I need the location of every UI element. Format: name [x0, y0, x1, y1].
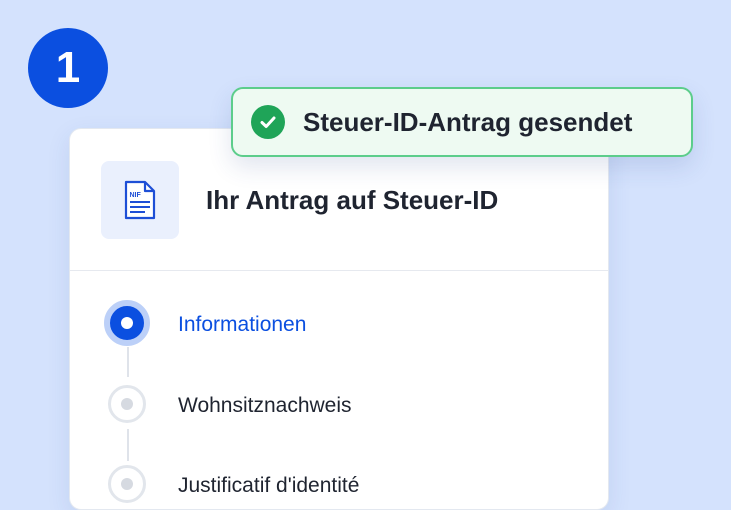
document-icon-label: NIF	[130, 192, 142, 199]
step-label: Justificatif d'identité	[178, 474, 360, 497]
document-icon: NIF	[124, 180, 156, 220]
step-marker-active	[104, 300, 150, 346]
document-tile: NIF	[101, 161, 179, 239]
tax-id-application-card: NIF Ihr Antrag auf Steuer-ID Information…	[69, 128, 609, 510]
step-marker-pending	[108, 465, 146, 503]
step-number: 1	[55, 43, 81, 92]
step-justificatif-identite[interactable]: Justificatif d'identité	[70, 463, 608, 509]
step-marker-dot	[121, 317, 133, 329]
step-wohnsitznachweis[interactable]: Wohnsitznachweis	[70, 383, 608, 435]
step-number-badge: 1	[28, 28, 108, 108]
check-circle-icon	[251, 105, 285, 139]
success-toast: Steuer-ID-Antrag gesendet	[231, 87, 693, 157]
toast-message: Steuer-ID-Antrag gesendet	[303, 106, 633, 137]
step-marker-dot	[121, 398, 133, 410]
step-label: Wohnsitznachweis	[178, 394, 352, 417]
card-title: Ihr Antrag auf Steuer-ID	[206, 185, 499, 215]
step-marker-pending	[108, 385, 146, 423]
step-informationen[interactable]: Informationen	[70, 300, 608, 352]
step-label: Informationen	[178, 313, 307, 336]
